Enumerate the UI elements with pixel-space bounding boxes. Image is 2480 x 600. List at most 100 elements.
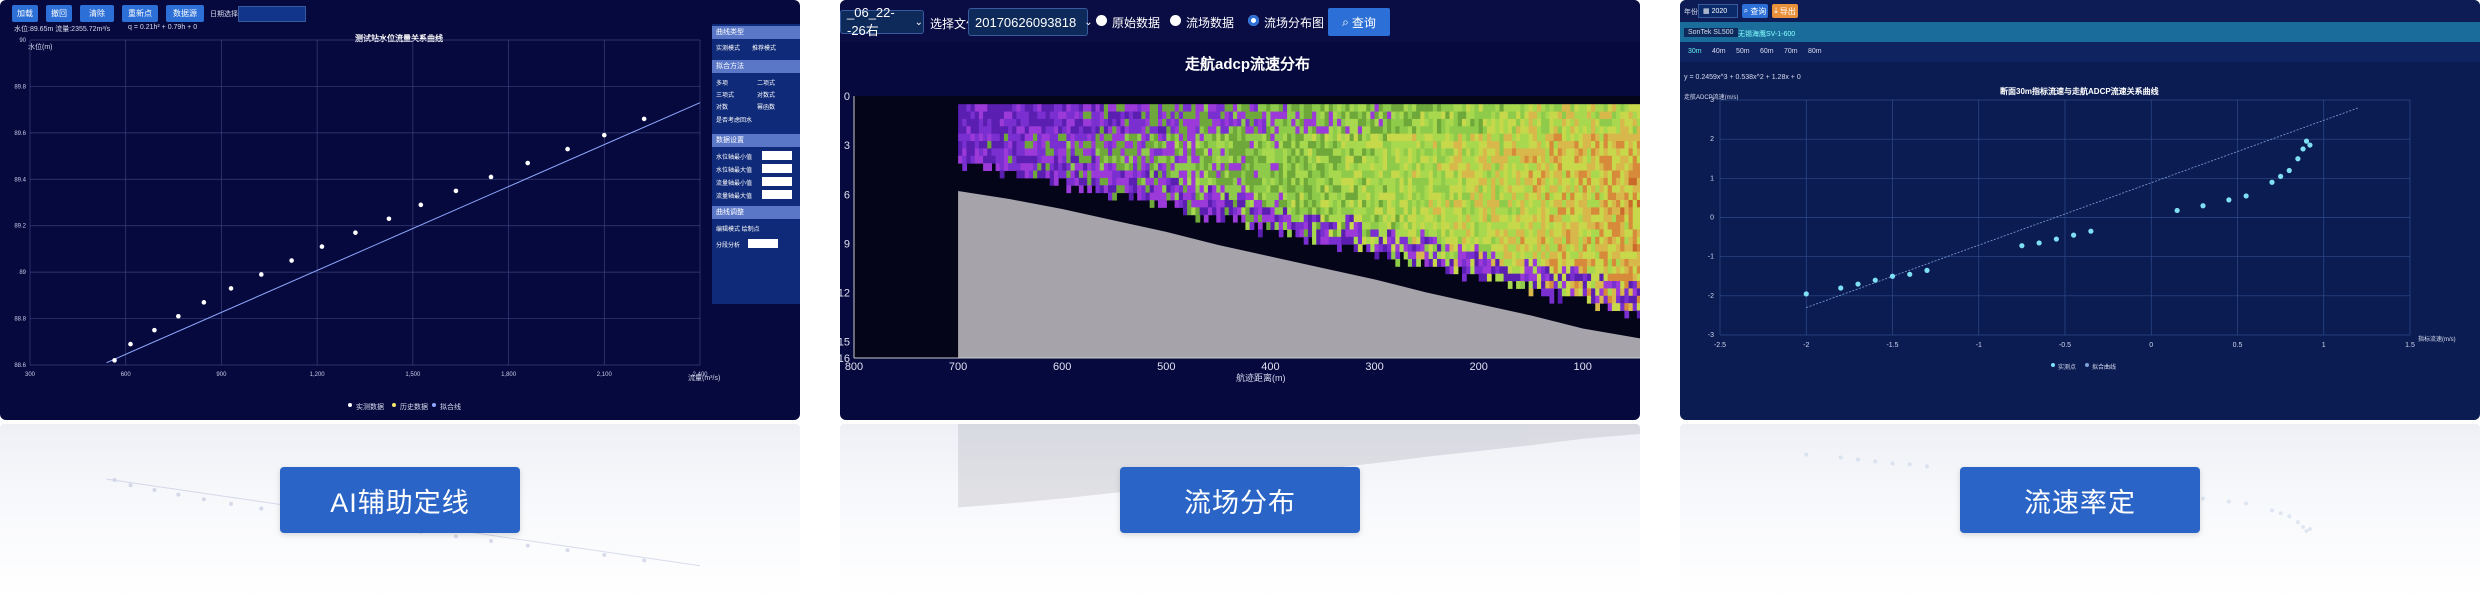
heat-cell bbox=[1174, 111, 1180, 120]
heat-cell bbox=[1332, 214, 1338, 223]
heat-cell bbox=[1532, 148, 1538, 157]
heat-cell bbox=[1603, 111, 1609, 120]
heat-cell bbox=[1395, 222, 1401, 230]
heat-cell bbox=[1178, 133, 1184, 142]
heat-cell bbox=[1586, 258, 1592, 267]
option-measured-mode[interactable]: 实测模式 bbox=[716, 43, 740, 52]
heat-cell bbox=[1566, 266, 1571, 275]
heat-cell bbox=[1328, 170, 1334, 179]
option-fit-4[interactable]: 对数 bbox=[716, 102, 728, 111]
checkbox-backwater[interactable]: 是否考虑回水 bbox=[716, 115, 752, 124]
heat-cell bbox=[1278, 163, 1284, 172]
heat-cell bbox=[1195, 207, 1201, 216]
heat-cell bbox=[1249, 207, 1255, 216]
heat-cell bbox=[1441, 251, 1446, 260]
field-flow-min[interactable] bbox=[762, 177, 792, 186]
heat-cell bbox=[1278, 155, 1284, 164]
heat-cell bbox=[1270, 148, 1276, 157]
heat-cell bbox=[1503, 185, 1509, 194]
option-fit-0[interactable]: 多项 bbox=[716, 78, 728, 87]
heat-cell bbox=[1149, 133, 1155, 142]
heat-cell bbox=[1399, 192, 1405, 201]
option-fit-1[interactable]: 二项式 bbox=[757, 78, 775, 87]
adcp-heatmap-chart[interactable]: 0369121516800 700 600 500 400 300 200 100 bbox=[840, 0, 1640, 420]
heat-cell bbox=[1278, 104, 1284, 113]
heat-cell bbox=[1582, 111, 1588, 120]
heat-cell bbox=[1070, 118, 1076, 127]
option-fit-2[interactable]: 三项式 bbox=[716, 90, 734, 99]
heat-cell bbox=[1524, 192, 1530, 201]
heat-cell bbox=[1058, 155, 1063, 164]
heat-cell bbox=[1436, 177, 1442, 186]
heat-cell bbox=[1345, 207, 1351, 216]
heat-cell bbox=[1224, 199, 1230, 208]
option-recommended-mode[interactable]: 推荐模式 bbox=[752, 43, 776, 52]
heat-cell bbox=[1591, 177, 1596, 186]
heat-cell bbox=[1511, 111, 1517, 120]
heat-cell bbox=[1412, 214, 1417, 223]
caption-velocity-rating[interactable]: 流速率定 bbox=[1960, 467, 2200, 533]
field-level-max[interactable] bbox=[762, 164, 792, 173]
caption-ai-curve[interactable]: AI辅助定线 bbox=[280, 467, 520, 533]
heat-cell bbox=[1461, 141, 1467, 149]
heat-cell bbox=[1249, 118, 1255, 127]
edit-mode-option[interactable]: 编辑模式 绘制点 bbox=[716, 224, 760, 233]
heat-cell bbox=[1595, 258, 1600, 267]
heat-cell bbox=[1636, 281, 1640, 289]
heat-cell bbox=[1287, 170, 1292, 179]
heat-cell bbox=[1103, 170, 1109, 179]
field-level-min[interactable] bbox=[762, 151, 792, 160]
heat-cell bbox=[1620, 236, 1625, 245]
heat-cell bbox=[1108, 177, 1113, 186]
heat-cell bbox=[1087, 111, 1092, 120]
heat-cell bbox=[1195, 155, 1201, 164]
heat-cell bbox=[1262, 177, 1267, 186]
heat-cell bbox=[995, 104, 1001, 113]
heat-cell bbox=[1486, 163, 1492, 172]
heat-cell bbox=[1620, 258, 1625, 267]
heat-cell bbox=[1636, 111, 1640, 120]
heat-cell bbox=[1178, 118, 1184, 127]
heat-cell bbox=[1282, 199, 1288, 208]
heat-cell bbox=[1199, 118, 1205, 127]
heat-cell bbox=[1566, 214, 1571, 223]
heat-cell bbox=[1632, 199, 1638, 208]
velocity-rating-chart[interactable]: -2.5 -2 -1.5 -1 -0.5 0 0.5 1 1.5-3-2-10123 bbox=[1680, 0, 2480, 420]
field-flow-max[interactable] bbox=[762, 190, 792, 199]
heat-cell bbox=[1499, 185, 1505, 194]
heat-cell bbox=[1432, 163, 1438, 172]
heat-cell bbox=[1599, 288, 1605, 297]
heat-cell bbox=[1232, 118, 1238, 127]
heat-cell bbox=[1453, 170, 1459, 179]
heat-cell bbox=[1603, 192, 1609, 201]
heat-cell bbox=[1187, 141, 1192, 149]
heat-cell bbox=[1274, 155, 1280, 164]
heat-cell bbox=[1553, 251, 1559, 260]
heat-cell bbox=[1570, 163, 1576, 172]
heat-cell bbox=[1237, 163, 1242, 172]
heat-cell bbox=[1116, 177, 1122, 186]
heat-cell bbox=[1257, 207, 1263, 216]
segment-analysis-field[interactable] bbox=[748, 239, 778, 248]
heat-cell bbox=[1424, 192, 1430, 201]
option-fit-5[interactable]: 幂函数 bbox=[757, 102, 775, 111]
heat-cell bbox=[1416, 185, 1421, 194]
rating-curve-chart[interactable]: 300 600 900 1,200 1,500 1,800 2,100 2,40088.688… bbox=[0, 0, 712, 420]
heat-cell bbox=[1112, 104, 1117, 113]
heat-cell bbox=[1195, 141, 1201, 149]
heat-cell bbox=[1528, 266, 1534, 275]
heat-cell bbox=[1237, 118, 1242, 127]
heat-cell bbox=[1357, 244, 1363, 253]
heat-cell bbox=[1549, 258, 1555, 267]
option-fit-3[interactable]: 对数式 bbox=[757, 90, 775, 99]
heat-cell bbox=[1357, 222, 1363, 230]
y-tick-label: 89 bbox=[19, 270, 26, 276]
heat-cell bbox=[1403, 251, 1409, 260]
heat-cell bbox=[1103, 118, 1109, 127]
heat-cell bbox=[1591, 207, 1596, 216]
heat-cell bbox=[1491, 118, 1496, 127]
heat-cell bbox=[1603, 199, 1609, 208]
caption-flow-field[interactable]: 流场分布 bbox=[1120, 467, 1360, 533]
heat-cell bbox=[1495, 177, 1501, 186]
heat-cell bbox=[1166, 111, 1172, 120]
